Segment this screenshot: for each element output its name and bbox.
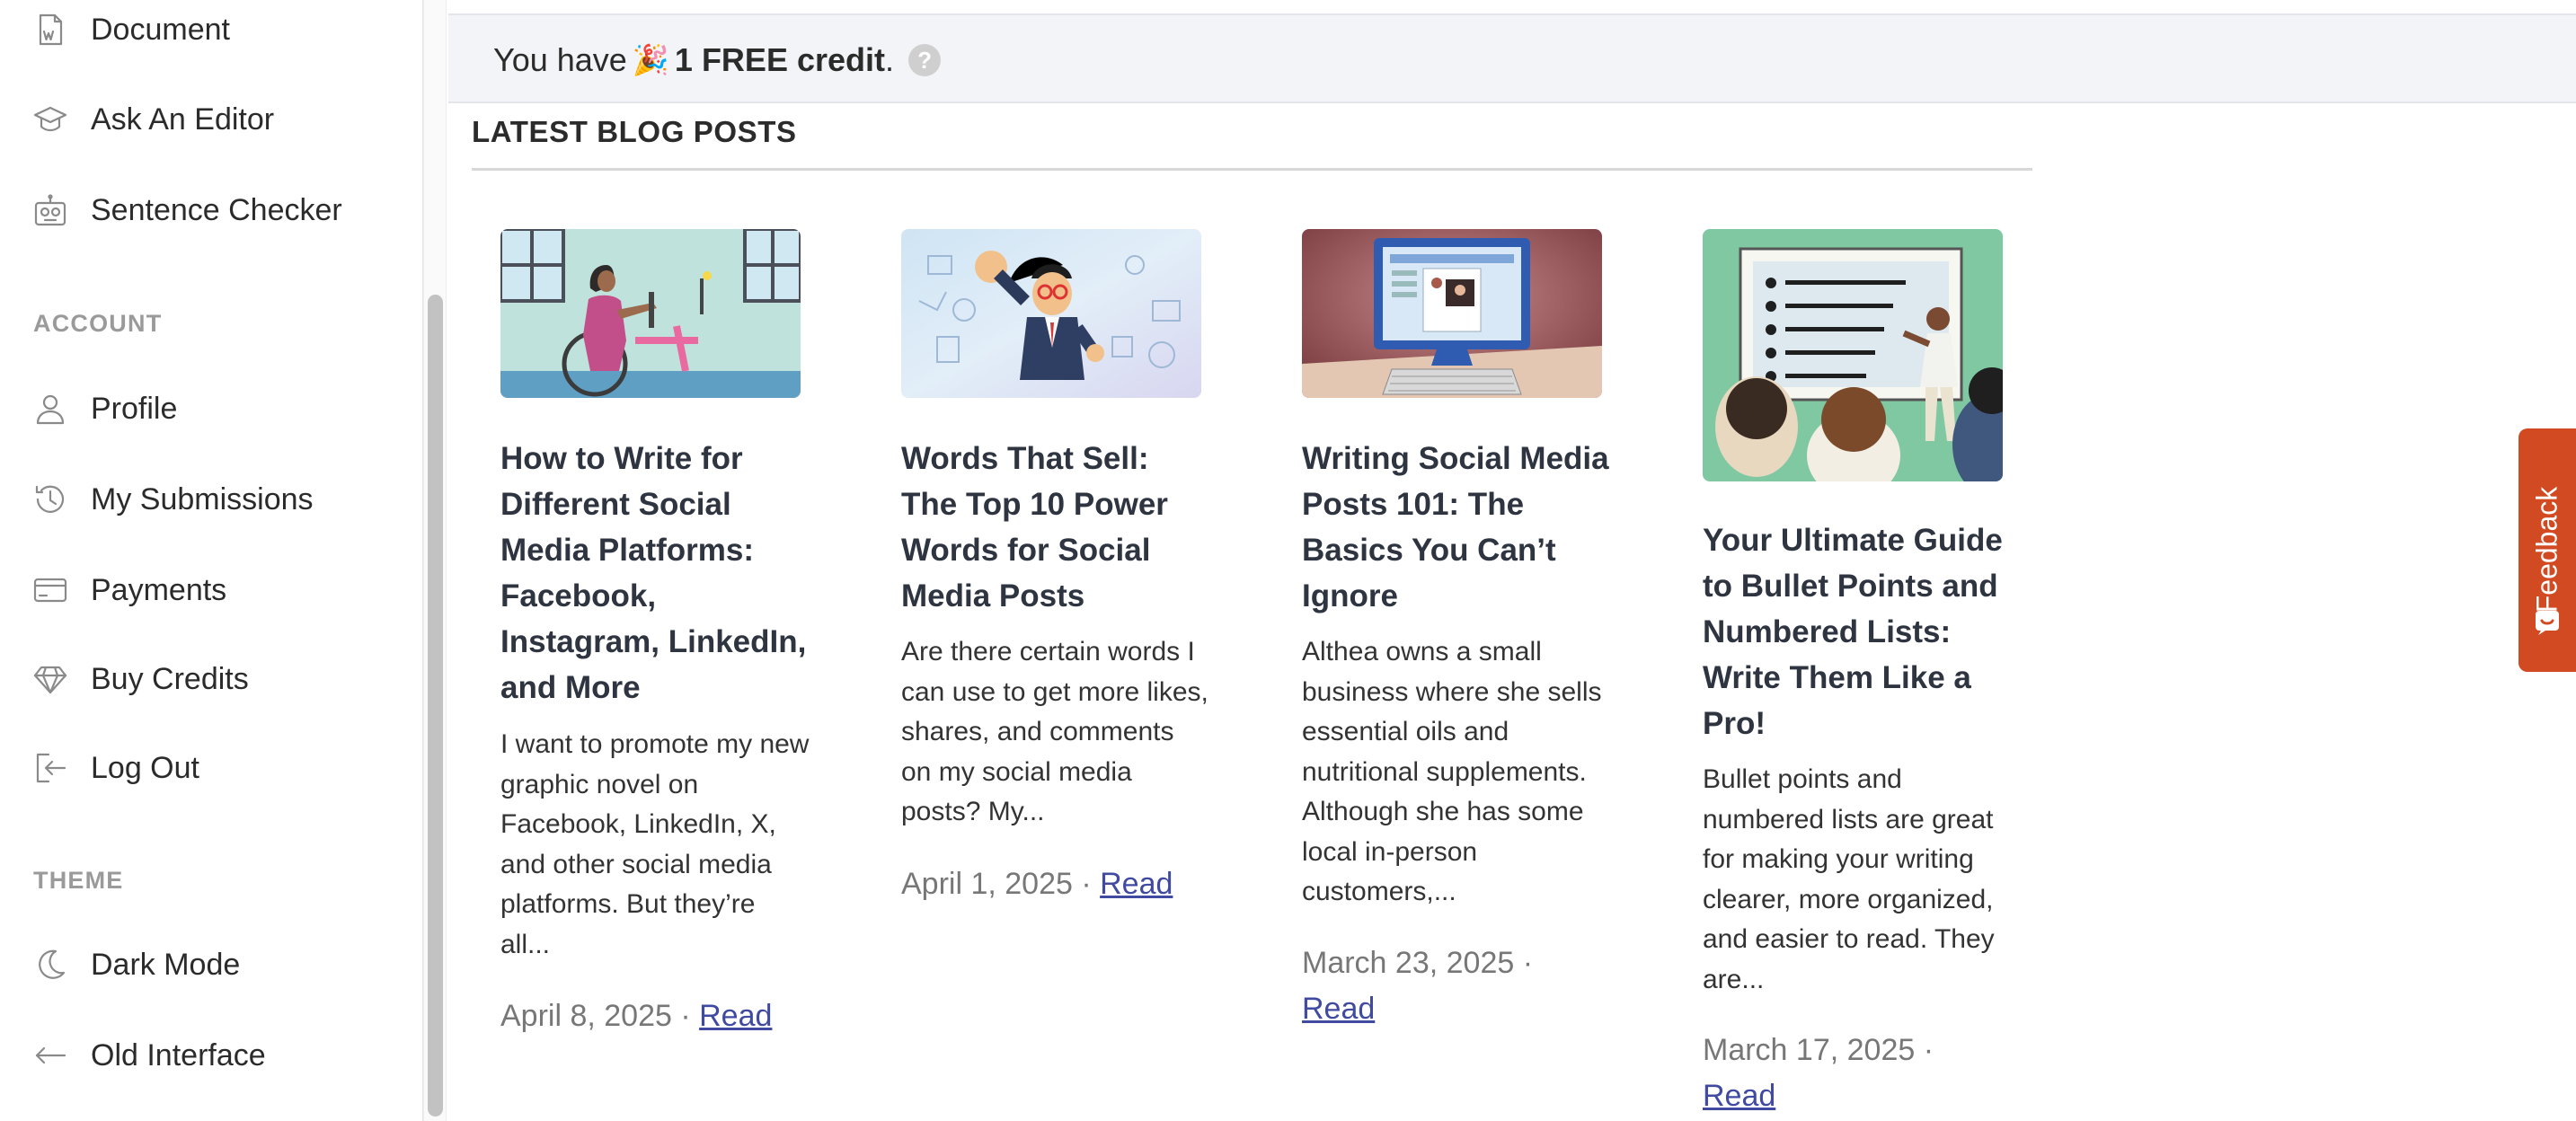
sidebar-item-label: Sentence Checker <box>91 192 342 227</box>
diamond-icon <box>32 661 68 697</box>
logout-icon <box>32 750 68 786</box>
help-icon[interactable]: ? <box>908 44 942 76</box>
robot-icon <box>32 192 68 228</box>
feedback-label: Feedback <box>2530 486 2563 613</box>
section-heading-account: ACCOUNT <box>33 310 163 337</box>
blog-card-title[interactable]: Your Ultimate Guide to Bullet Points and… <box>1703 517 2013 746</box>
sidebar-item-label: Document <box>91 12 230 47</box>
chat-smile-icon <box>2536 611 2559 635</box>
sidebar-item-profile[interactable]: Profile <box>0 377 413 440</box>
credit-suffix: . <box>885 41 895 78</box>
credit-prefix: You have <box>493 41 627 78</box>
sidebar-item-label: My Submissions <box>91 481 314 516</box>
app-window: Document Ask An Editor Sentence Checker … <box>0 0 2576 1121</box>
credit-count: 1 FREE credit <box>674 41 885 78</box>
blog-card-date: March 17, 2025 · <box>1703 1033 1934 1067</box>
sidebar-scrollbar-thumb[interactable] <box>428 295 443 1117</box>
sidebar-item-buy-credits[interactable]: Buy Credits <box>0 648 413 711</box>
moon-icon <box>32 947 68 983</box>
read-link[interactable]: Read <box>1302 992 1375 1026</box>
credit-banner: You have 🎉 1 FREE credit . ? <box>448 15 2576 103</box>
blog-card-image[interactable] <box>1703 229 2003 481</box>
sidebar-item-dark-mode[interactable]: Dark Mode <box>0 933 413 996</box>
sidebar-item-label: Log Out <box>91 750 199 785</box>
blog-card-meta: April 8, 2025 · Read <box>500 993 810 1039</box>
sidebar-item-label: Profile <box>91 391 178 426</box>
blog-card-meta: March 23, 2025 · Read <box>1302 940 1612 1032</box>
sidebar-item-log-out[interactable]: Log Out <box>0 737 413 799</box>
sidebar-item-ask-an-editor[interactable]: Ask An Editor <box>0 88 413 151</box>
sidebar-item-my-submissions[interactable]: My Submissions <box>0 468 413 531</box>
top-header-strip <box>448 0 2576 15</box>
blog-section-title: LATEST BLOG POSTS <box>472 115 797 148</box>
blog-card-excerpt: Bullet points and numbered lists are gre… <box>1703 764 1995 994</box>
blog-card-title[interactable]: Words That Sell: The Top 10 Power Words … <box>901 436 1211 619</box>
blog-card-excerpt: I want to promote my new graphic novel o… <box>500 729 810 959</box>
blog-card-image[interactable] <box>901 229 1201 398</box>
section-heading-theme: THEME <box>33 867 124 894</box>
word-document-icon <box>32 12 68 48</box>
sidebar-item-label: Ask An Editor <box>91 102 275 137</box>
blog-card-date: March 23, 2025 · <box>1302 946 1534 980</box>
blog-card-meta: March 17, 2025 · Read <box>1703 1028 2013 1119</box>
credit-card-icon <box>32 572 68 608</box>
graduation-cap-icon <box>32 102 68 137</box>
blog-card-image[interactable] <box>500 229 801 398</box>
sidebar-item-label: Dark Mode <box>91 947 241 982</box>
credit-banner-text: You have 🎉 1 FREE credit . ? <box>493 41 942 79</box>
blog-card-image[interactable] <box>1302 229 1602 398</box>
read-link[interactable]: Read <box>699 999 772 1033</box>
sidebar-item-document[interactable]: Document <box>0 0 413 61</box>
blog-card-title[interactable]: Writing Social Media Posts 101: The Basi… <box>1302 436 1612 619</box>
feedback-tab[interactable]: Feedback <box>2518 428 2576 672</box>
sidebar-item-old-interface[interactable]: Old Interface <box>0 1024 413 1087</box>
sidebar-item-sentence-checker[interactable]: Sentence Checker <box>0 179 413 242</box>
history-icon <box>32 481 68 517</box>
blog-card-date: April 1, 2025 · <box>901 867 1092 901</box>
blog-card-title[interactable]: How to Write for Different Social Media … <box>500 436 810 711</box>
blog-card-excerpt: Are there certain words I can use to get… <box>901 637 1208 826</box>
party-popper-icon: 🎉 <box>632 42 669 76</box>
read-link[interactable]: Read <box>1703 1079 1775 1113</box>
sidebar-item-payments[interactable]: Payments <box>0 559 413 622</box>
blog-card-meta: April 1, 2025 · Read <box>901 861 1211 907</box>
arrow-left-icon <box>32 1037 68 1073</box>
sidebar-item-label: Buy Credits <box>91 661 249 696</box>
section-divider <box>472 168 2032 171</box>
read-link[interactable]: Read <box>1100 867 1173 901</box>
sidebar-item-label: Payments <box>91 572 227 607</box>
user-icon <box>32 391 68 427</box>
blog-card-date: April 8, 2025 · <box>500 999 691 1033</box>
sidebar-item-label: Old Interface <box>91 1037 266 1072</box>
sidebar: Document Ask An Editor Sentence Checker … <box>0 0 424 1121</box>
blog-card-excerpt: Althea owns a small business where she s… <box>1302 637 1602 906</box>
